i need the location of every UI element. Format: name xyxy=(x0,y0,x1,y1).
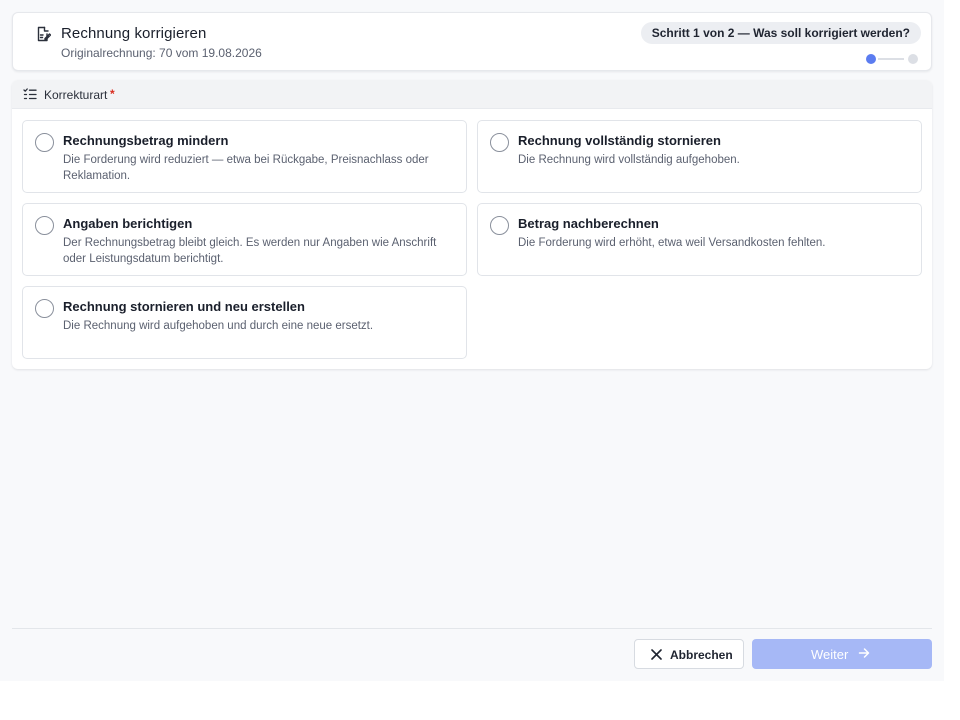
option-description: Die Forderung wird erhöht, etwa weil Ver… xyxy=(518,237,826,249)
radio-button[interactable] xyxy=(35,216,54,235)
step-indicator-label: Schritt 1 von 2 — Was soll korrigiert we… xyxy=(640,22,921,44)
correction-type-card: Korrekturart * Rechnungsbetrag mindern D… xyxy=(12,80,932,369)
step-dot-2 xyxy=(908,54,918,64)
option-title: Rechnung vollständig stornieren xyxy=(518,133,721,148)
radio-button[interactable] xyxy=(490,133,509,152)
next-button[interactable]: Weiter xyxy=(752,639,932,669)
checklist-icon xyxy=(23,88,37,100)
option-cancel-and-recreate[interactable]: Rechnung stornieren und neu erstellen Di… xyxy=(22,286,467,359)
cancel-button[interactable]: Abbrechen xyxy=(634,639,744,669)
dialog-header: Rechnung korrigieren Originalrechnung: 7… xyxy=(12,12,932,71)
cancel-label: Abbrechen xyxy=(670,648,733,662)
option-correct-details[interactable]: Angaben berichtigen Der Rechnungsbetrag … xyxy=(22,203,467,276)
option-title: Betrag nachberechnen xyxy=(518,216,659,231)
required-indicator: * xyxy=(110,87,115,101)
original-invoice-info: Originalrechnung: 70 vom 19.08.2026 xyxy=(61,46,262,60)
option-title: Angaben berichtigen xyxy=(63,216,193,231)
page-title: Rechnung korrigieren xyxy=(61,25,207,42)
radio-button[interactable] xyxy=(490,216,509,235)
option-description: Die Rechnung wird aufgehoben und durch e… xyxy=(63,320,374,332)
document-edit-icon xyxy=(37,26,51,42)
option-description: Die Forderung wird reduziert — etwa bei … xyxy=(63,154,429,182)
option-title: Rechnung stornieren und neu erstellen xyxy=(63,299,305,314)
footer-divider xyxy=(12,628,932,629)
step-progress xyxy=(866,53,918,65)
radio-button[interactable] xyxy=(35,299,54,318)
option-title: Rechnungsbetrag mindern xyxy=(63,133,229,148)
step-dot-1 xyxy=(866,54,876,64)
correction-dialog: Rechnung korrigieren Originalrechnung: 7… xyxy=(0,0,944,681)
close-icon xyxy=(651,649,662,660)
option-reduce-amount[interactable]: Rechnungsbetrag mindern Die Forderung wi… xyxy=(22,120,467,193)
option-additional-charge[interactable]: Betrag nachberechnen Die Forderung wird … xyxy=(477,203,922,276)
option-description: Die Rechnung wird vollständig aufgehoben… xyxy=(518,154,740,166)
option-full-cancel[interactable]: Rechnung vollständig stornieren Die Rech… xyxy=(477,120,922,193)
section-header: Korrekturart * xyxy=(12,80,932,109)
section-label: Korrekturart xyxy=(44,88,108,102)
step-connector xyxy=(878,58,904,60)
next-label: Weiter xyxy=(811,647,849,662)
option-description: Der Rechnungsbetrag bleibt gleich. Es we… xyxy=(63,237,437,265)
arrow-right-icon xyxy=(858,648,870,658)
radio-button[interactable] xyxy=(35,133,54,152)
